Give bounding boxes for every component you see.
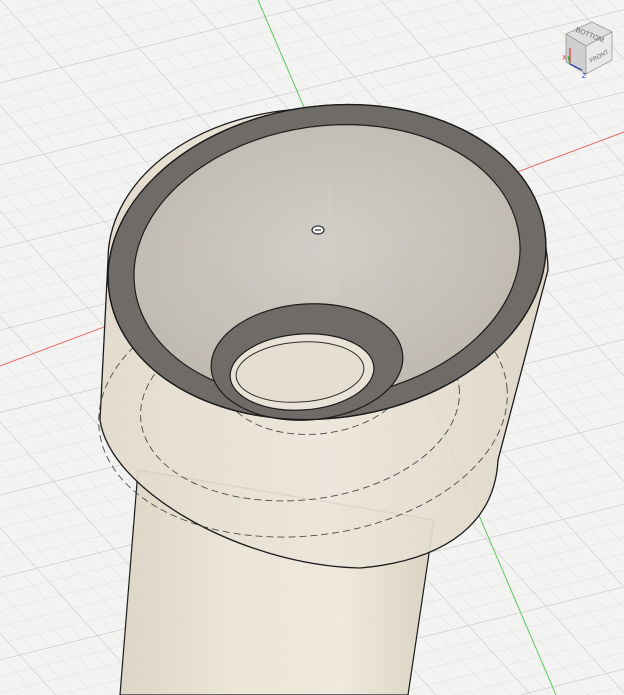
viewcube[interactable]: BOTTOM FRONT X Z [556, 8, 624, 80]
canvas-viewport[interactable]: BOTTOM FRONT X Z [0, 0, 624, 695]
viewcube-z-label: Z [582, 73, 587, 80]
origin-point-icon[interactable] [311, 225, 325, 235]
model-scene[interactable] [0, 0, 624, 695]
viewcube-x-label: X [562, 55, 567, 62]
